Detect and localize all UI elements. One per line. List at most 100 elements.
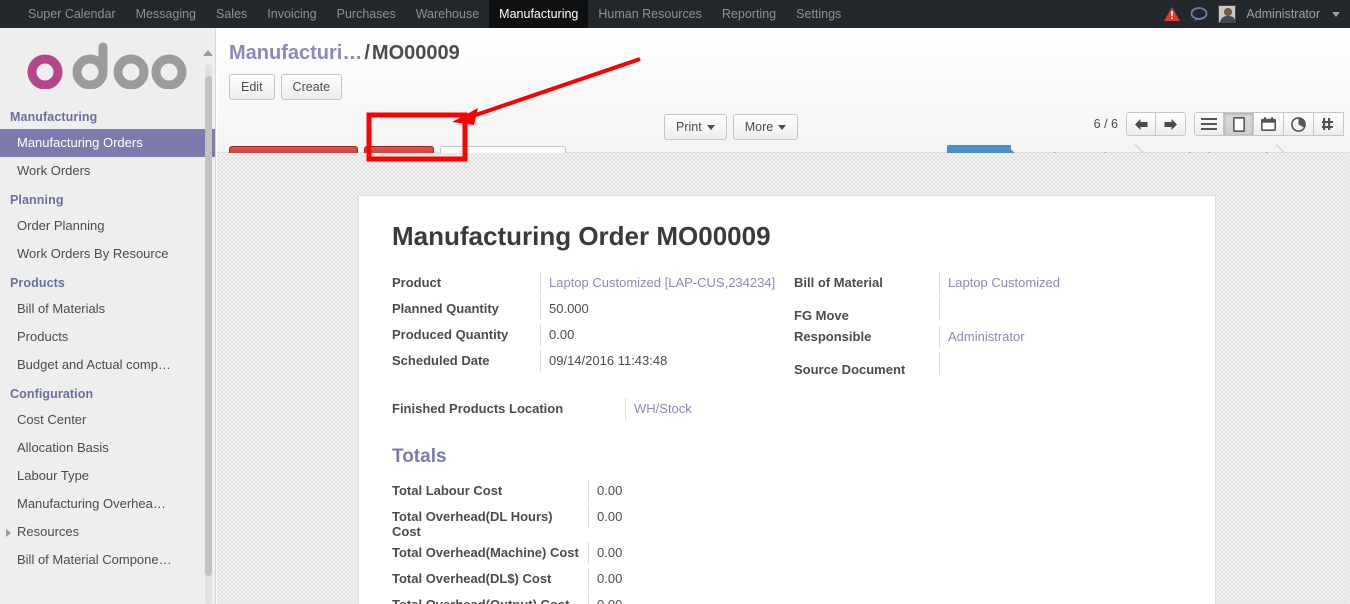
sidebar-item-budget-and-actual-comparison[interactable]: Budget and Actual comp… <box>0 351 215 379</box>
list-view-button[interactable] <box>1194 112 1224 136</box>
print-label: Print <box>676 120 702 134</box>
sidebar-item-manufacturing-overhead[interactable]: Manufacturing Overhea… <box>0 490 215 518</box>
nav-item-reporting[interactable]: Reporting <box>712 0 786 28</box>
field-label: Total Overhead(Machine) Cost <box>392 545 579 560</box>
pie-chart-view-button[interactable] <box>1284 112 1314 136</box>
warning-triangle-icon[interactable] <box>1164 6 1181 22</box>
edit-button[interactable]: Edit <box>229 74 275 100</box>
sidebar-scrollbar-thumb[interactable] <box>205 76 212 576</box>
nav-item-manufacturing[interactable]: Manufacturing <box>489 0 589 28</box>
nav-item-sales[interactable]: Sales <box>206 0 257 28</box>
pager-arrows <box>1126 112 1186 136</box>
sidebar-item-work-orders[interactable]: Work Orders <box>0 157 215 185</box>
record-buttons: Edit Create <box>217 66 1350 100</box>
field-bill-of-material: Bill of Material Laptop Customized <box>787 272 1189 298</box>
sidebar-item-label: Labour Type <box>17 468 90 483</box>
navbar-menu-list: Super Calendar Messaging Sales Invoicing… <box>0 0 851 28</box>
field-value: 09/14/2016 11:43:48 <box>540 350 787 372</box>
nav-item-warehouse[interactable]: Warehouse <box>406 0 489 28</box>
field-label: Total Overhead(DL$) Cost <box>392 571 552 586</box>
more-dropdown-button[interactable]: More <box>732 114 799 140</box>
main-content: Manufacturi… / MO00009 Edit Create Print M… <box>217 28 1350 604</box>
pager-next-button[interactable] <box>1156 112 1186 136</box>
sidebar-item-bill-of-materials[interactable]: Bill of Materials <box>0 295 215 323</box>
nav-item-human-resources[interactable]: Human Resources <box>588 0 712 28</box>
pager-counter: 6 / 6 <box>1093 117 1118 131</box>
field-label: FG Move <box>794 308 849 323</box>
field-value[interactable]: Laptop Customized [LAP-CUS,234234] <box>540 272 787 294</box>
form-field-columns: Product Laptop Customized [LAP-CUS,23423… <box>385 272 1189 380</box>
sidebar-item-label: Budget and Actual comp… <box>17 357 171 372</box>
control-panel: Manufacturi… / MO00009 Edit Create Print M… <box>217 28 1350 172</box>
breadcrumb: Manufacturi… / MO00009 <box>217 28 1350 66</box>
sidebar-item-label: Work Orders <box>17 163 91 178</box>
total-overhead-dl-hours-cost-row: Total Overhead(DL Hours) Cost 0.00 <box>385 506 1189 542</box>
sidebar-item-manufacturing-orders[interactable]: Manufacturing Orders <box>0 129 215 157</box>
field-value: 0.00 <box>588 594 1008 604</box>
total-overhead-output-cost-row: Total Overhead(Output) Cost 0.00 <box>385 594 1189 604</box>
form-left-column: Product Laptop Customized [LAP-CUS,23423… <box>385 272 787 380</box>
field-label: Source Document <box>794 362 906 377</box>
sidebar-item-label: Allocation Basis <box>17 440 109 455</box>
field-value <box>939 352 1189 374</box>
nav-item-settings[interactable]: Settings <box>786 0 851 28</box>
create-button[interactable]: Create <box>280 74 343 100</box>
more-label: More <box>744 120 774 134</box>
list-view-icon <box>1201 118 1217 130</box>
calendar-view-icon <box>1261 117 1276 131</box>
nav-item-messaging[interactable]: Messaging <box>126 0 206 28</box>
form-view-icon <box>1232 116 1245 132</box>
page-title: Manufacturing Order MO00009 <box>392 221 771 251</box>
field-value[interactable]: Administrator <box>939 326 1189 348</box>
sidebar-item-label: Products <box>17 329 69 344</box>
chevron-down-icon <box>778 125 787 131</box>
field-value: 0.00 <box>588 506 1008 528</box>
sidebar-item-cost-center[interactable]: Cost Center <box>0 406 215 434</box>
field-value[interactable]: Laptop Customized <box>939 272 1189 294</box>
form-right-column: Bill of Material Laptop Customized FG Mo… <box>787 272 1189 380</box>
pager-previous-button[interactable] <box>1126 112 1156 136</box>
sidebar-item-label: Work Orders By Resource <box>17 246 169 261</box>
sidebar-item-products[interactable]: Products <box>0 323 215 351</box>
sidebar-item-bill-of-material-components[interactable]: Bill of Material Compone… <box>0 546 215 574</box>
odoo-logo[interactable] <box>0 28 215 102</box>
sidebar-item-labour-type[interactable]: Labour Type <box>0 462 215 490</box>
nav-item-purchases[interactable]: Purchases <box>327 0 406 28</box>
nav-item-invoicing[interactable]: Invoicing <box>257 0 326 28</box>
sidebar-item-label: Resources <box>17 524 80 539</box>
sidebar-item-order-planning[interactable]: Order Planning <box>0 212 215 240</box>
user-menu-label[interactable]: Administrator <box>1246 7 1320 21</box>
total-overhead-machine-cost-row: Total Overhead(Machine) Cost 0.00 <box>385 542 1189 568</box>
arrow-right-icon <box>1164 118 1177 130</box>
field-planned-quantity: Planned Quantity 50.000 <box>385 298 787 324</box>
chevron-down-icon[interactable] <box>1332 11 1340 17</box>
field-produced-quantity: Produced Quantity 0.00 <box>385 324 787 350</box>
nav-item-super-calendar[interactable]: Super Calendar <box>18 0 126 28</box>
field-responsible: Responsible Administrator <box>787 326 1189 352</box>
field-value[interactable]: WH/Stock <box>625 398 1105 420</box>
chat-bubble-icon[interactable] <box>1190 6 1208 22</box>
expand-triangle-icon[interactable] <box>6 529 11 537</box>
print-more-group: Print More <box>664 114 804 140</box>
scroll-up-arrow-icon[interactable] <box>203 50 213 56</box>
sidebar-item-work-orders-by-resource[interactable]: Work Orders By Resource <box>0 240 215 268</box>
field-label: Product <box>392 275 442 290</box>
breadcrumb-parent-link[interactable]: Manufacturi… <box>229 42 362 64</box>
view-switcher <box>1194 112 1344 136</box>
field-value <box>939 298 1189 320</box>
field-label: Planned Quantity <box>392 301 499 316</box>
graph-view-button[interactable] <box>1314 112 1344 136</box>
sidebar-item-resources[interactable]: Resources <box>0 518 215 546</box>
top-navbar: Super Calendar Messaging Sales Invoicing… <box>0 0 1350 28</box>
pie-chart-view-icon <box>1291 116 1306 132</box>
avatar[interactable] <box>1218 5 1237 23</box>
breadcrumb-separator: / <box>364 42 370 64</box>
field-fg-move: FG Move <box>787 298 1189 326</box>
calendar-view-button[interactable] <box>1254 112 1284 136</box>
form-view-button[interactable] <box>1224 112 1254 136</box>
field-label: Produced Quantity <box>392 327 509 342</box>
sidebar-item-allocation-basis[interactable]: Allocation Basis <box>0 434 215 462</box>
field-value: 0.00 <box>588 480 1008 502</box>
sidebar-section-manufacturing: Manufacturing <box>10 110 98 124</box>
print-dropdown-button[interactable]: Print <box>664 114 727 140</box>
